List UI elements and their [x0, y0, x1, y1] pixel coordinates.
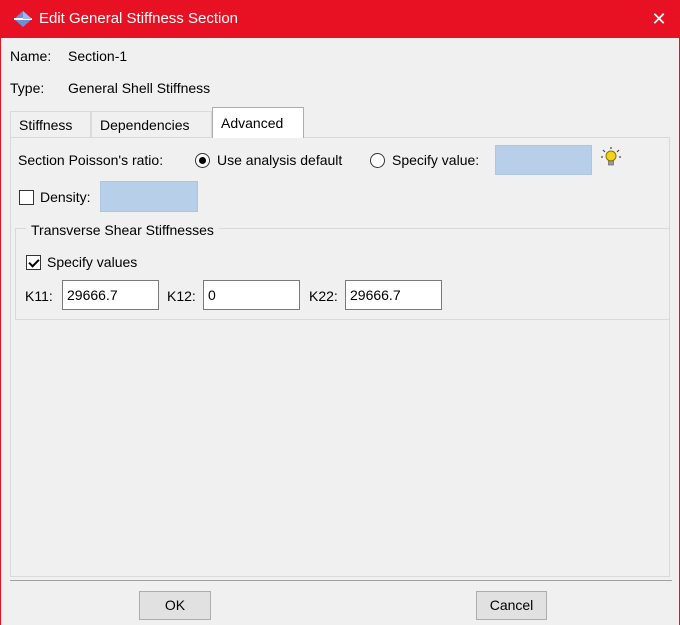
ok-button[interactable]: OK	[139, 591, 211, 620]
type-value: General Shell Stiffness	[68, 80, 211, 96]
transverse-shear-title: Transverse Shear Stiffnesses	[26, 222, 219, 238]
specify-values-label[interactable]: Specify values	[47, 254, 137, 270]
specify-values-checkbox[interactable]	[26, 255, 41, 270]
use-default-radio[interactable]	[195, 153, 210, 168]
name-label: Name:	[10, 48, 52, 64]
dialog-window: Edit General Stiffness Section ✕ Name: S…	[0, 0, 680, 625]
specify-value-radio[interactable]	[370, 153, 385, 168]
k12-label: K12:	[167, 288, 196, 304]
tab-stiffness[interactable]: Stiffness	[10, 111, 91, 137]
specify-value-label[interactable]: Specify value:	[392, 152, 479, 168]
k22-input[interactable]: 29666.7	[345, 280, 442, 310]
cancel-button[interactable]: Cancel	[476, 591, 547, 620]
tab-advanced[interactable]: Advanced	[212, 107, 304, 138]
window-title: Edit General Stiffness Section	[39, 10, 238, 27]
specify-value-input[interactable]	[495, 145, 592, 175]
app-icon	[14, 11, 32, 27]
close-icon[interactable]: ✕	[647, 7, 671, 31]
title-bar[interactable]: Edit General Stiffness Section ✕	[1, 0, 680, 38]
footer-separator	[10, 580, 672, 581]
lightbulb-icon[interactable]	[600, 146, 622, 168]
k11-label: K11:	[25, 288, 53, 304]
name-value: Section-1	[68, 48, 128, 64]
k22-label: K22:	[309, 288, 338, 304]
k12-input[interactable]: 0	[203, 280, 300, 310]
density-label[interactable]: Density:	[40, 189, 91, 205]
tab-dependencies[interactable]: Dependencies	[91, 111, 212, 137]
poisson-label: Section Poisson's ratio:	[18, 152, 164, 168]
density-input[interactable]	[100, 181, 198, 212]
k11-input[interactable]: 29666.7	[62, 280, 159, 310]
density-checkbox[interactable]	[19, 190, 34, 205]
type-label: Type:	[10, 80, 45, 96]
use-default-label[interactable]: Use analysis default	[217, 152, 342, 168]
